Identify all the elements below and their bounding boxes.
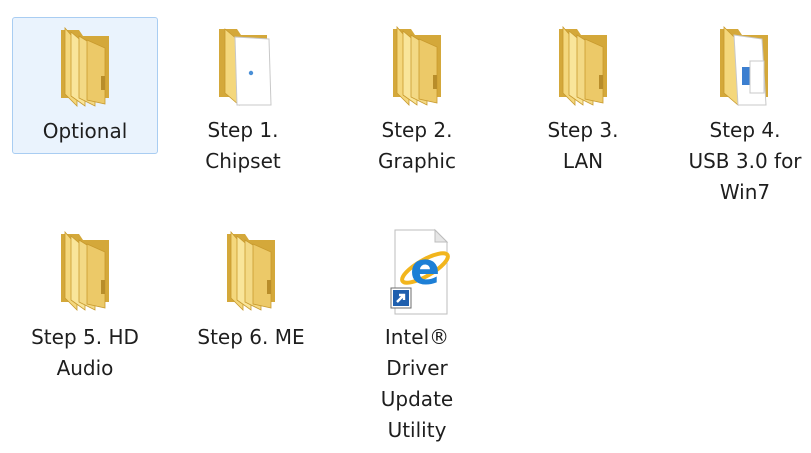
- folder-icon: [547, 21, 619, 107]
- folder-step3-lan[interactable]: Step 3. LAN: [510, 17, 656, 187]
- item-label: Intel® Driver Update Utility: [380, 325, 454, 442]
- explorer-file-view: { "items": [ {"label": "Optional", "icon…: [0, 0, 811, 453]
- item-label: Step 1. Chipset: [205, 118, 281, 173]
- folder-document-icon: [710, 21, 782, 107]
- folder-step6-me[interactable]: Step 6. ME: [178, 222, 324, 392]
- folder-step4-usb[interactable]: Step 4. USB 3.0 for Win7: [672, 17, 811, 207]
- item-label: Step 2. Graphic: [378, 118, 456, 173]
- folder-icon: [49, 22, 121, 108]
- internet-explorer-shortcut-icon: e: [381, 226, 453, 315]
- folder-icon: [215, 226, 287, 312]
- svg-text:e: e: [410, 244, 440, 295]
- item-label: Step 3. LAN: [547, 118, 619, 173]
- folder-step5-hd-audio[interactable]: Step 5. HD Audio: [12, 222, 158, 392]
- folder-icon: [381, 21, 453, 107]
- folder-optional[interactable]: Optional: [12, 17, 158, 154]
- folder-document-icon: [207, 21, 279, 107]
- folder-step2-graphic[interactable]: Step 2. Graphic: [344, 17, 490, 187]
- item-label: Optional: [42, 119, 128, 143]
- folder-icon: [49, 226, 121, 312]
- item-label: Step 5. HD Audio: [31, 325, 139, 380]
- item-label: Step 4. USB 3.0 for Win7: [688, 118, 802, 204]
- shortcut-intel-driver-update-utility[interactable]: e Intel® Driver Update Utility: [344, 222, 490, 450]
- item-label: Step 6. ME: [197, 325, 305, 349]
- folder-step1-chipset[interactable]: Step 1. Chipset: [170, 17, 316, 187]
